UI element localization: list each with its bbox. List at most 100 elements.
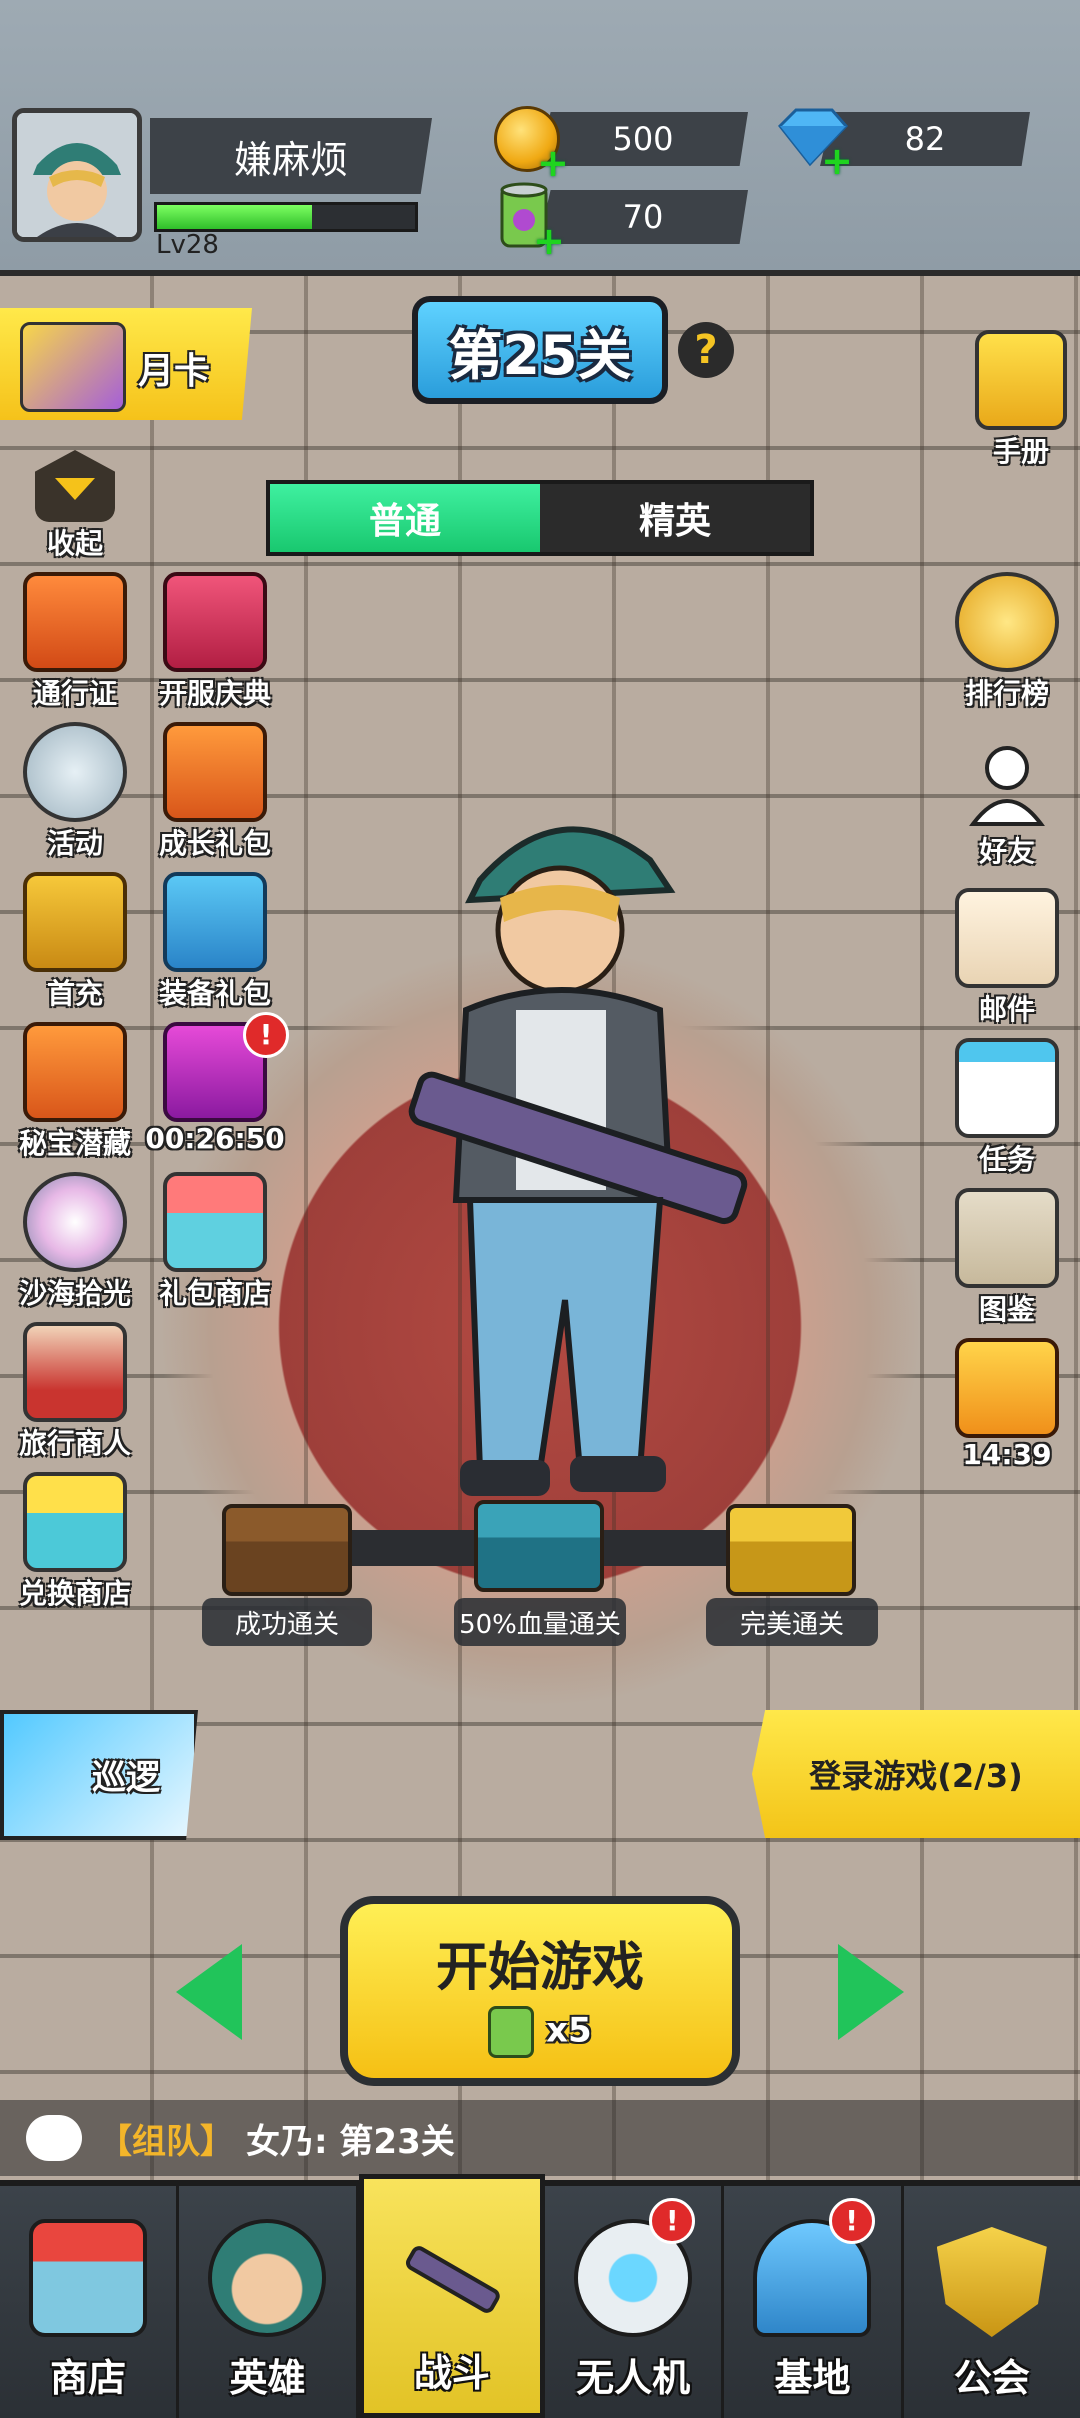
gift-box-icon [163,872,267,972]
stage-help-button[interactable]: ? [678,322,734,378]
collapse-label: 收起 [46,527,103,560]
patrol-button[interactable]: 巡逻 [0,1710,198,1840]
timed-pack-button[interactable]: ! 00:26:50 [140,1012,290,1155]
gift-shop-button[interactable]: 礼包商店 [140,1172,290,1312]
tab-elite[interactable]: 精英 [540,484,810,552]
merchant-icon [23,1322,127,1422]
collapse-button[interactable]: 收起 [0,450,150,562]
gold-add-button[interactable]: + [494,106,569,182]
exchange-shop-button[interactable]: 兑换商店 [0,1472,150,1612]
mystery-box-icon [23,1022,127,1122]
patrol-label: 巡逻 [92,1758,160,1798]
handbook-icon [975,330,1067,430]
first-recharge-button[interactable]: 首充 [0,872,150,1012]
nav-battle[interactable]: 战斗 [358,2174,545,2418]
battle-pass-button[interactable]: 通行证 [0,572,150,712]
login-task-banner[interactable]: 登录游戏(2/3) [752,1710,1080,1838]
hidden-treasure-button[interactable]: 秘宝潜藏 [0,1022,150,1162]
equipment-pack-button[interactable]: 装备礼包 [140,872,290,1012]
nav-guild[interactable]: 公会 [903,2186,1080,2418]
gift-clock-icon [955,1338,1059,1438]
xp-progress-fill [157,205,312,229]
hidden-treasure-label: 秘宝潜藏 [18,1127,131,1160]
hero-soldier-icon [408,826,748,1496]
chat-channel-tag: 【组队】 [98,2121,234,2162]
gift-shop-label: 礼包商店 [158,1277,271,1310]
exchange-shop-label: 兑换商店 [18,1577,131,1610]
events-button[interactable]: 活动 [0,722,150,862]
timed-reward-button[interactable]: 14:39 [932,1338,1080,1471]
growth-pack-label: 成长礼包 [158,827,271,860]
pearl-shell-icon [23,1172,127,1272]
shop-stall-icon [23,1472,127,1572]
nav-drone-label: 无人机 [576,2356,691,2400]
nav-heroes[interactable]: 英雄 [179,2186,359,2418]
celebration-chest-icon [163,572,267,672]
nav-guild-label: 公会 [953,2356,1030,2400]
traveling-merchant-label: 旅行商人 [18,1427,131,1460]
traveling-merchant-button[interactable]: 旅行商人 [0,1322,150,1462]
tasks-label: 任务 [978,1143,1035,1176]
next-stage-arrow-icon[interactable] [838,1944,904,2040]
sand-sea-label: 沙海拾光 [18,1277,131,1310]
drone-alert-badge: ! [649,2198,696,2244]
satellite-dish-icon [23,722,127,822]
xp-progress-bar [154,202,418,232]
friends-button[interactable]: 好友 [932,738,1080,870]
hero-head-icon [208,2219,327,2337]
silver-chest-icon[interactable] [474,1500,604,1592]
prev-stage-arrow-icon[interactable] [176,1944,242,2040]
gift-shop-icon [163,1172,267,1272]
bottom-navigation: 商店 英雄 战斗 无人机 ! 基地 ! 公会 [0,2174,1080,2418]
treasure-chest-icon [23,872,127,972]
player-name: 嫌麻烦 [150,118,432,194]
nav-shop[interactable]: 商店 [0,2186,180,2418]
guild-shield-icon [936,2227,1047,2337]
reward-label-perfect: 完美通关 [706,1598,878,1646]
energy-can-icon [488,2005,535,2058]
task-list-icon [955,1038,1059,1138]
player-avatar[interactable] [12,108,142,242]
nav-heroes-label: 英雄 [229,2356,306,2400]
sand-sea-button[interactable]: 沙海拾光 [0,1172,150,1312]
bronze-chest-icon[interactable] [222,1504,352,1596]
energy-amount: 70 [538,190,748,244]
start-game-button[interactable]: 开始游戏 x5 [340,1896,740,2086]
month-card-button[interactable]: 月卡 [0,308,252,420]
handbook-button[interactable]: 手册 [946,330,1080,470]
tab-normal[interactable]: 普通 [270,484,540,552]
codex-label: 图鉴 [978,1293,1035,1326]
alert-badge: ! [243,1012,289,1058]
timed-pack-countdown: 00:26:50 [145,1122,285,1155]
nav-base-label: 基地 [774,2356,851,2400]
growth-pack-button[interactable]: 成长礼包 [140,722,290,862]
gift-box-icon [23,572,127,672]
mail-button[interactable]: 邮件 [932,888,1080,1028]
hero-character[interactable] [370,780,750,1500]
gold-chest-icon[interactable] [726,1504,856,1596]
stage-title: 第25关 [412,296,668,404]
chat-ticker[interactable]: 【组队】 女乃: 第23关 [0,2100,1080,2176]
nav-base[interactable]: 基地 ! [724,2186,904,2418]
codex-book-icon [955,1188,1059,1288]
start-game-label: 开始游戏 [435,1937,644,1998]
tasks-button[interactable]: 任务 [932,1038,1080,1178]
friends-label: 好友 [978,835,1035,868]
chat-bubble-icon [26,2115,82,2161]
diamond-add-button[interactable]: + [770,104,853,180]
server-celebration-button[interactable]: 开服庆典 [140,572,290,712]
nav-battle-label: 战斗 [413,2351,490,2395]
base-alert-badge: ! [828,2198,875,2244]
first-recharge-label: 首充 [46,977,103,1010]
energy-add-button[interactable]: + [492,180,565,260]
leaderboard-button[interactable]: 排行榜 [932,572,1080,712]
codex-button[interactable]: 图鉴 [932,1188,1080,1328]
hero-portrait-icon [17,113,137,237]
month-card-icon [20,322,126,412]
top-status-bar: 嫌麻烦 Lv28 500 + 82 + 70 + [0,0,1080,276]
plus-icon: + [537,141,569,185]
gift-box-icon [163,722,267,822]
nav-shop-label: 商店 [50,2356,127,2400]
nav-drone[interactable]: 无人机 ! [544,2186,725,2418]
plus-icon: + [821,139,853,183]
